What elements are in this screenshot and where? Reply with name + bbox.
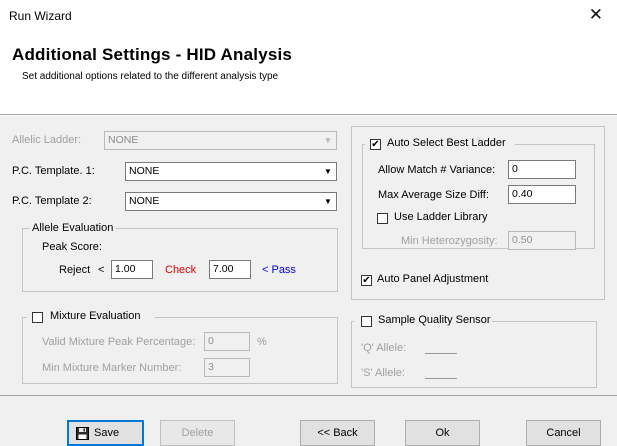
valid-mixture-pct-label: Valid Mixture Peak Percentage: xyxy=(42,336,196,348)
peak-score-label: Peak Score: xyxy=(42,241,102,253)
auto-select-ladder-checkbox[interactable]: ✔ xyxy=(370,139,381,150)
max-size-diff-label: Max Average Size Diff: xyxy=(378,189,489,201)
percent-symbol: % xyxy=(257,336,267,348)
pc-template-1-select[interactable]: NONE ▼ xyxy=(125,162,337,181)
pc-template-1-label: P.C. Template. 1: xyxy=(12,165,95,177)
cancel-button-label: Cancel xyxy=(546,427,581,439)
q-allele-label: 'Q' Allele: xyxy=(361,342,407,354)
window-title: Run Wizard xyxy=(9,9,72,23)
allelic-ladder-value: NONE xyxy=(108,134,139,146)
pc-template-2-select[interactable]: NONE ▼ xyxy=(125,192,337,211)
reject-score-input[interactable]: 1.00 xyxy=(111,260,153,279)
auto-panel-adjustment-checkbox[interactable]: ✔ xyxy=(361,275,372,286)
content-area: Allelic Ladder: NONE ▼ P.C. Template. 1:… xyxy=(0,116,617,446)
close-icon[interactable]: ✕ xyxy=(589,5,603,25)
delete-button-label: Delete xyxy=(181,427,214,439)
chevron-down-icon: ▼ xyxy=(320,132,336,149)
s-allele-label: 'S' Allele: xyxy=(361,367,405,379)
ok-button-label: Ok xyxy=(435,427,450,439)
pass-label: < Pass xyxy=(262,264,296,276)
button-separator xyxy=(0,395,617,396)
min-heterozygosity-label: Min Heterozygosity: xyxy=(401,235,498,247)
min-mixture-marker-label: Min Mixture Marker Number: xyxy=(42,362,182,374)
match-variance-label: Allow Match # Variance: xyxy=(378,164,496,176)
sample-quality-checkbox[interactable] xyxy=(361,316,372,327)
min-mixture-marker-input[interactable]: 3 xyxy=(204,358,250,377)
match-variance-input[interactable]: 0 xyxy=(508,160,576,179)
chevron-down-icon: ▼ xyxy=(320,193,336,210)
check-label: Check xyxy=(165,264,197,276)
mixture-evaluation-checkbox[interactable] xyxy=(32,312,43,323)
auto-select-ladder-title: Auto Select Best Ladder xyxy=(387,137,506,149)
use-ladder-library-checkbox[interactable] xyxy=(377,213,388,224)
delete-button[interactable]: Delete xyxy=(160,420,235,446)
chevron-down-icon: ▼ xyxy=(320,163,336,180)
reject-label: Reject xyxy=(59,264,91,276)
sample-quality-title: Sample Quality Sensor xyxy=(378,314,491,326)
less-than-label: < xyxy=(98,264,105,276)
max-size-diff-input[interactable]: 0.40 xyxy=(508,185,576,204)
floppy-disk-icon xyxy=(76,427,89,440)
allelic-ladder-select[interactable]: NONE ▼ xyxy=(104,131,337,150)
pc-template-2-label: P.C. Template 2: xyxy=(12,195,92,207)
page-title: Additional Settings - HID Analysis xyxy=(12,45,293,64)
title-bar: Run Wizard ✕ xyxy=(0,0,617,31)
page-subtitle: Set additional options related to the di… xyxy=(22,71,279,82)
use-ladder-library-label: Use Ladder Library xyxy=(394,211,488,223)
q-allele-value xyxy=(425,353,457,354)
check-score-input[interactable]: 7.00 xyxy=(209,260,251,279)
valid-mixture-pct-input[interactable]: 0 xyxy=(204,332,250,351)
pc-template-2-value: NONE xyxy=(129,195,160,207)
save-button[interactable]: Save xyxy=(67,420,144,446)
pc-template-1-value: NONE xyxy=(129,165,160,177)
cancel-button[interactable]: Cancel xyxy=(526,420,601,446)
allelic-ladder-label: Allelic Ladder: xyxy=(12,134,82,146)
save-button-label: Save xyxy=(94,427,120,439)
back-button-label: << Back xyxy=(317,427,358,439)
back-button[interactable]: << Back xyxy=(300,420,375,446)
auto-panel-adjustment-label: Auto Panel Adjustment xyxy=(377,273,489,285)
allele-evaluation-title: Allele Evaluation xyxy=(29,222,117,234)
wizard-header: Additional Settings - HID Analysis Set a… xyxy=(0,31,617,115)
allele-evaluation-group xyxy=(22,228,338,292)
mixture-evaluation-title: Mixture Evaluation xyxy=(50,310,141,322)
min-heterozygosity-input[interactable]: 0.50 xyxy=(508,231,576,250)
s-allele-value xyxy=(425,378,457,379)
ok-button[interactable]: Ok xyxy=(405,420,480,446)
